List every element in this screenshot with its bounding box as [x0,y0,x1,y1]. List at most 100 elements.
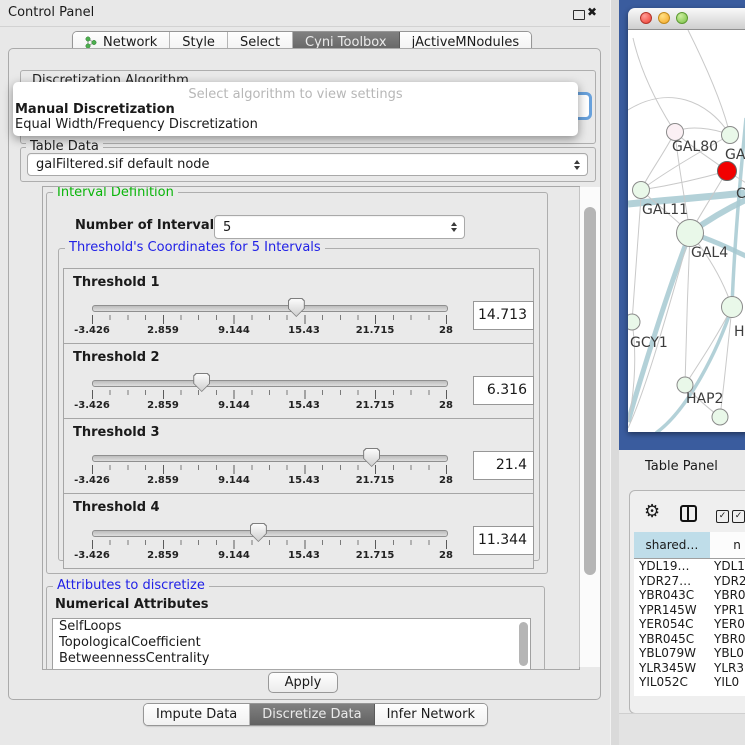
tab-impute-data[interactable]: Impute Data [144,704,250,725]
threshold-4-value[interactable]: 11.344 [473,526,534,555]
threshold-1-slider-track[interactable] [92,305,448,312]
apply-button[interactable]: Apply [268,672,338,693]
table-cell[interactable]: YER0 [714,617,745,631]
scale-label: 15.43 [269,400,339,411]
threshold-1-label: Threshold 1 [73,275,160,290]
network-node[interactable] [677,220,704,247]
table-cell[interactable]: YLR345W [639,661,696,675]
table-cell[interactable]: YDR27… [639,574,691,588]
table-cell[interactable]: YDL1 [714,559,745,573]
num-intervals-combo[interactable]: 5 [214,215,465,239]
threshold-3-value[interactable]: 21.4 [473,451,534,480]
table-cell[interactable]: YDR2 [714,574,745,588]
table-cell[interactable]: YBR043C [639,588,694,602]
node-label: GAL11 [642,202,688,218]
table-cell[interactable]: YDL19… [639,559,690,573]
scale-label: -3.426 [57,475,127,486]
combo-stepper-icon [570,160,584,170]
table-cell[interactable]: YBR0 [714,588,745,602]
network-node[interactable] [722,297,743,318]
column-layout-icon[interactable] [680,505,697,522]
slider-major-ticks [92,315,448,324]
network-node[interactable] [722,127,739,144]
list-item[interactable]: SelfLoops [53,619,530,635]
table-cell[interactable]: YIL0 [714,675,739,689]
network-graph: GAL80 GA C GAL11 GAL4 GCY1 H HAP2 [628,30,745,432]
scale-label: -3.426 [57,550,127,561]
scale-label: 9.144 [199,325,269,336]
table-cell[interactable]: YBR0 [714,632,745,646]
network-node[interactable] [633,182,650,199]
node-label: GAL4 [691,245,728,261]
cyni-mode-tabs: Impute Data Discretize Data Infer Networ… [143,703,488,726]
zoom-traffic-light[interactable] [676,12,688,24]
app-root: Control Panel ✖ Network Style Select Cyn… [0,0,745,745]
threshold-2-value[interactable]: 6.316 [473,376,534,405]
close-traffic-light[interactable] [640,12,652,24]
gear-icon[interactable]: ⚙ [644,503,660,521]
panel-title: Control Panel [8,5,94,20]
attributes-list-scrollbar[interactable] [519,622,528,666]
combo-stepper-icon [447,222,461,232]
tab-discretize-data[interactable]: Discretize Data [250,704,374,725]
control-panel: Control Panel ✖ Network Style Select Cyn… [0,0,610,745]
scale-label: 28 [411,325,481,336]
scale-label: 9.144 [199,550,269,561]
float-window-icon[interactable] [573,10,585,20]
threshold-1-value[interactable]: 14.713 [473,301,534,330]
popup-option-manual[interactable]: Manual Discretization [13,102,578,117]
settings-scrollbar-thumb[interactable] [584,207,596,575]
scale-label: 2.859 [128,475,198,486]
table-cell[interactable]: YER054C [639,617,694,631]
list-item[interactable]: TopologicalCoefficient [53,635,530,651]
table-cell[interactable]: YBL0 [714,646,744,660]
popup-option-equal-width[interactable]: Equal Width/Frequency Discretization [13,117,578,132]
network-node[interactable] [628,314,640,330]
table-cell[interactable]: YLR3 [714,661,744,675]
node-table: shared… n YDL19…YDL1 YDR27…YDR2 YBR043CY… [634,532,745,696]
scale-label: 28 [411,400,481,411]
scale-label: 28 [411,475,481,486]
control-panel-titlebar: Control Panel ✖ [0,0,610,27]
scale-label: 21.715 [340,325,410,336]
scale-label: 21.715 [340,475,410,486]
settings-scroll-viewport: Interval Definition Number of Intervals … [42,186,580,670]
table-cell[interactable]: YBL079W [639,646,696,660]
network-node-selected[interactable] [718,162,737,181]
threshold-3-label: Threshold 3 [73,425,160,440]
table-panel-title: Table Panel [645,459,718,474]
network-window-titlebar[interactable] [628,8,745,30]
attributes-group-title: Attributes to discretize [53,579,209,593]
tab-infer-network[interactable]: Infer Network [375,704,487,725]
thresholds-group-title: Threshold's Coordinates for 5 Intervals [65,241,325,255]
table-cell[interactable]: YPR1 [714,603,745,617]
threshold-4-label: Threshold 4 [73,500,160,515]
table-data-title: Table Data [26,140,103,154]
scale-label: 9.144 [199,400,269,411]
threshold-3-slider-track[interactable] [92,455,448,462]
table-cell[interactable]: YIL052C [639,675,688,689]
scale-label: 2.859 [128,400,198,411]
node-label: C [736,186,745,202]
num-intervals-value: 5 [215,220,447,235]
network-canvas[interactable]: GAL80 GA C GAL11 GAL4 GCY1 H HAP2 [628,30,745,432]
threshold-2-panel: Threshold 2 -3.426 2.859 9.144 15.43 21.… [63,343,534,419]
table-data-combo[interactable]: galFiltered.sif default node [27,153,588,176]
column-header-name[interactable]: n [710,532,745,559]
minimize-traffic-light[interactable] [658,12,670,24]
table-cell[interactable]: YPR145W [639,603,697,617]
threshold-4-slider-track[interactable] [92,530,448,537]
scale-label: 15.43 [269,550,339,561]
popup-placeholder: Select algorithm to view settings [13,82,578,102]
list-item[interactable]: BetweennessCentrality [53,651,530,667]
settings-scrollbar-track[interactable] [579,187,600,667]
network-node[interactable] [667,124,684,141]
table-cell[interactable]: YBR045C [639,632,694,646]
threshold-2-slider-track[interactable] [92,380,448,387]
select-columns-icon[interactable]: ✓✓ [716,507,745,523]
column-header-shared-name[interactable]: shared… [634,532,711,559]
network-node[interactable] [712,409,728,425]
threshold-1-panel: Threshold 1 -3.426 2.859 9.144 15.43 21.… [63,268,534,344]
close-icon[interactable]: ✖ [587,5,597,19]
numerical-attributes-list: SelfLoops TopologicalCoefficient Between… [52,618,531,670]
